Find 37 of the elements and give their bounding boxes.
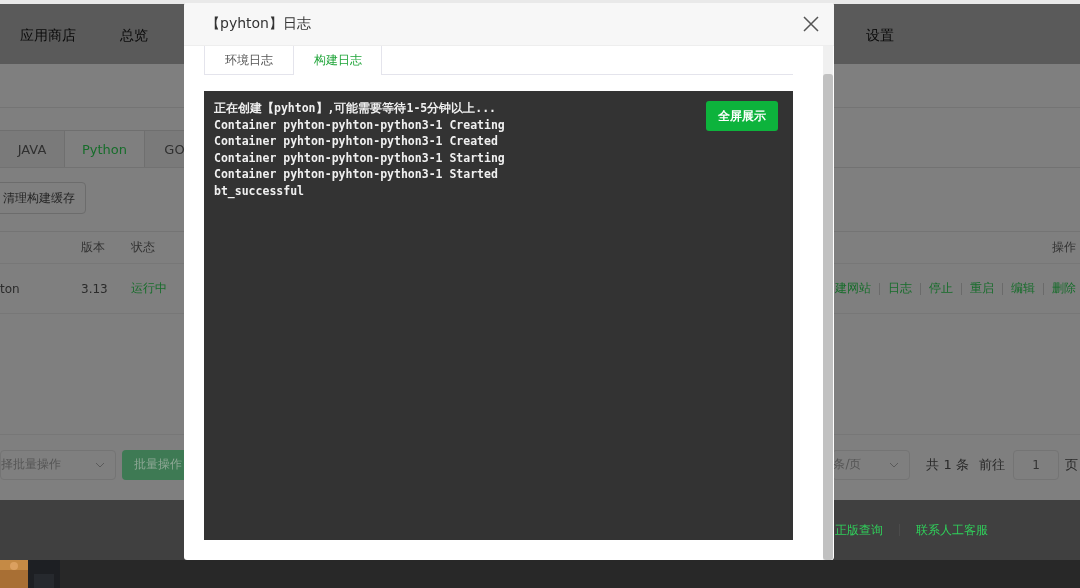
chevron-icon [95,461,105,468]
footer-link[interactable]: 正版查询 [835,521,883,539]
clear-cache-button[interactable]: 清理构建缓存 [0,182,86,214]
column-header: 操作 [1052,239,1076,256]
nav-item[interactable]: 总览 [120,27,148,45]
log-line: Container pyhton-pyhton-python3-1 Created [214,134,498,149]
page-unit: 页 [1065,455,1078,474]
nav-item[interactable]: 设置 [866,27,894,45]
action-link[interactable]: 建网站 [835,280,871,297]
chevron-icon [889,461,900,468]
log-line: Container pyhton-pyhton-python3-1 Starting [214,150,505,165]
close-button[interactable] [802,15,820,33]
action-link[interactable]: 日志 [888,280,912,297]
table-cell-text: 3.13 [81,281,109,296]
log-line: 正在创建【pyhton】,可能需要等待1-5分钟以上... [214,101,496,115]
runtime-tab[interactable]: JAVA [0,130,65,167]
goto-label: 前往 [979,455,1005,474]
action-link[interactable]: 编辑 [1011,280,1035,297]
action-link[interactable]: 重启 [970,280,994,297]
column-header: 版本 [81,239,106,256]
dialog-tab[interactable]: 构建日志 [293,46,382,75]
table-cell-text: ton [0,281,21,296]
nav-item[interactable]: 应用商店 [20,27,76,45]
column-header: 状态 [131,239,156,256]
runtime-tab[interactable]: Python [65,130,145,167]
log-line: Container pyhton-pyhton-python3-1 Started [214,167,498,182]
total-count: 共 1 条 [926,455,969,474]
page-input[interactable]: 1 [1013,449,1059,480]
dialog-title: 【pyhton】日志 [206,15,311,33]
fullscreen-button[interactable]: 全屏展示 [706,101,778,131]
log-line: Container pyhton-pyhton-python3-1 Creating [214,117,505,132]
status-text: 运行中 [131,280,168,297]
scrollbar-thumb[interactable] [823,74,833,560]
log-line: bt_successful [214,183,304,198]
footer-link[interactable]: 联系人工客服 [916,521,988,539]
action-link[interactable]: 删除 [1052,280,1076,297]
action-link[interactable]: 停止 [929,280,953,297]
